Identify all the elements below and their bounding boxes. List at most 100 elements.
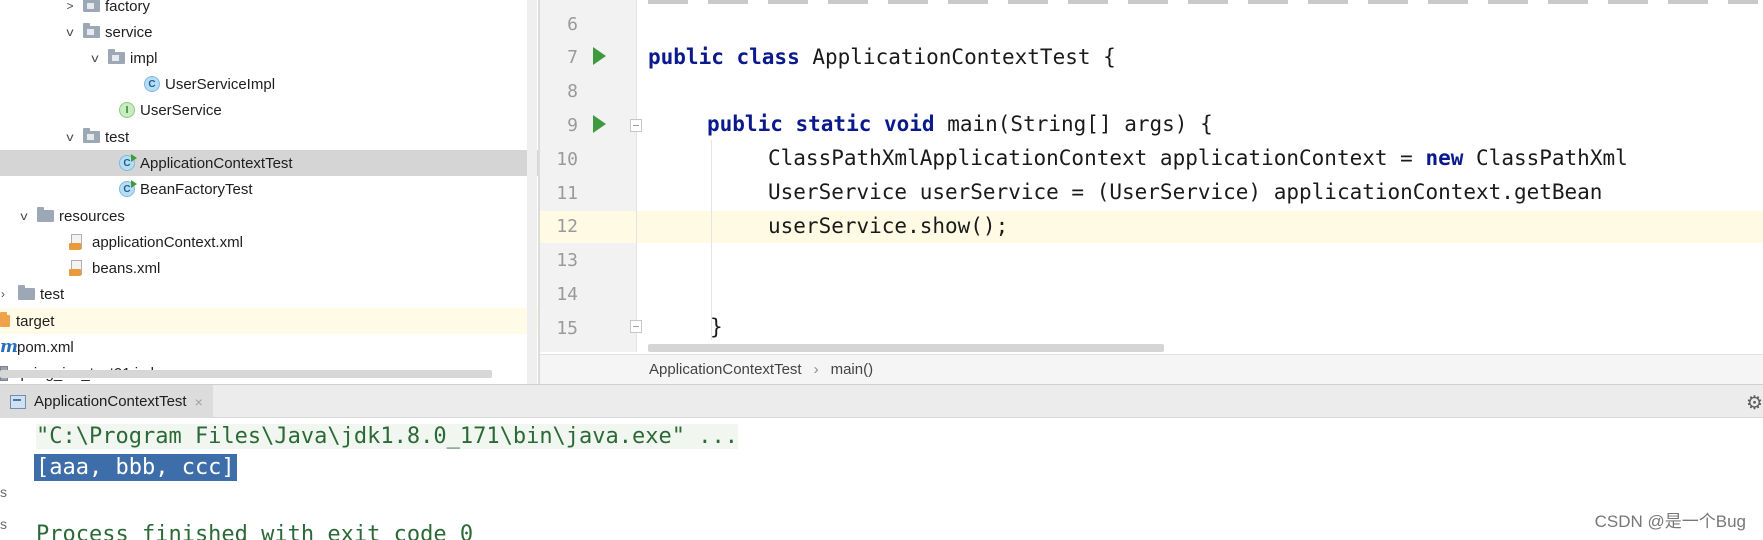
chevron-down-icon[interactable]: v	[16, 209, 33, 223]
close-icon[interactable]: ×	[195, 394, 203, 410]
tree-vertical-scrollbar[interactable]	[527, 0, 537, 384]
line-number: 14	[556, 284, 578, 305]
breadcrumb: ApplicationContextTest › main()	[540, 354, 1763, 384]
keyword: new	[1425, 146, 1464, 170]
fold-marker-icon[interactable]	[630, 320, 642, 333]
line-number: 10	[556, 149, 578, 170]
runnable-class-icon: C	[119, 154, 137, 171]
package-folder-icon	[108, 49, 125, 64]
tree-item-label: ApplicationContextTest	[140, 154, 293, 172]
code-text: }	[710, 315, 723, 339]
chevron-right-icon[interactable]: ›	[0, 287, 6, 301]
code-text: UserService userService = (UserService) …	[768, 180, 1603, 204]
line-number: 9	[567, 115, 578, 136]
tree-horizontal-scrollbar[interactable]	[0, 370, 492, 378]
tree-row-beans-xml[interactable]: beans.xml	[0, 255, 539, 281]
code-line-10[interactable]: ClassPathXmlApplicationContext applicati…	[768, 146, 1628, 170]
watermark: CSDN @是一个Bug	[1594, 512, 1746, 531]
breadcrumb-method[interactable]: main()	[831, 361, 874, 378]
maven-icon: m	[0, 337, 18, 357]
tree-row-resources[interactable]: v resources	[0, 203, 539, 229]
tree-item-label: UserService	[140, 101, 222, 119]
interface-icon: I	[119, 102, 135, 118]
console-gutter-mark: s	[0, 484, 7, 500]
tree-row-pom-xml[interactable]: m pom.xml	[0, 334, 539, 360]
code-text: userService.show();	[768, 214, 1009, 238]
tree-item-label: factory	[105, 0, 151, 15]
tree-item-label: test	[105, 128, 130, 146]
fold-marker-icon[interactable]	[630, 119, 642, 132]
tree-item-label: resources	[59, 207, 125, 225]
keyword: public class	[648, 45, 800, 69]
tree-row-impl[interactable]: v impl	[0, 45, 539, 71]
tree-row-test-folder[interactable]: › test	[0, 281, 539, 307]
indent-guide	[711, 140, 712, 340]
code-text: ClassPathXmlApplicationContext applicati…	[768, 146, 1426, 170]
tree-item-label: BeanFactoryTest	[140, 180, 253, 198]
console-command-line: "C:\Program Files\Java\jdk1.8.0_171\bin\…	[36, 424, 738, 449]
code-line-11[interactable]: UserService userService = (UserService) …	[768, 180, 1602, 204]
tree-row-target[interactable]: target	[0, 308, 539, 334]
console-icon	[10, 394, 26, 409]
chevron-down-icon[interactable]: v	[62, 25, 79, 39]
tree-row-userserviceimpl[interactable]: C UserServiceImpl	[0, 71, 539, 97]
run-method-icon[interactable]	[593, 115, 606, 133]
chevron-down-icon[interactable]: v	[62, 130, 79, 144]
gear-icon[interactable]: ⚙	[1746, 392, 1763, 415]
partial-code-line	[648, 0, 1758, 4]
editor-horizontal-scrollbar[interactable]	[648, 344, 1164, 352]
excluded-folder-icon	[0, 312, 10, 327]
tree-item-label: service	[105, 23, 153, 41]
code-line-7[interactable]: public class ApplicationContextTest {	[648, 45, 1116, 69]
resources-folder-icon	[37, 207, 54, 222]
code-editor[interactable]: 6 7 8 9 10 11 12 13 14 15 public class A…	[540, 0, 1763, 384]
code-text: ClassPathXml	[1463, 146, 1628, 170]
chevron-right-icon[interactable]: >	[63, 0, 77, 13]
class-icon: C	[144, 76, 160, 92]
tree-row-service[interactable]: v service	[0, 19, 539, 45]
console-output-selected[interactable]: [aaa, bbb, ccc]	[34, 454, 237, 481]
chevron-down-icon[interactable]: v	[87, 51, 104, 65]
line-number: 8	[567, 81, 578, 102]
package-folder-icon	[83, 0, 100, 12]
package-folder-icon	[83, 128, 100, 143]
xml-file-icon	[69, 234, 87, 250]
package-folder-icon	[83, 23, 100, 38]
tab-run-applicationcontexttest[interactable]: ApplicationContextTest ×	[0, 385, 213, 418]
breadcrumb-class[interactable]: ApplicationContextTest	[649, 361, 802, 378]
project-tree: > factory v service v impl C UserService…	[0, 0, 539, 384]
code-line-15[interactable]: }	[710, 315, 723, 339]
run-tab-label: ApplicationContextTest	[34, 393, 187, 410]
tree-row-applicationcontexttest[interactable]: C ApplicationContextTest	[0, 150, 539, 176]
breadcrumb-separator: ›	[813, 361, 819, 378]
gutter-separator	[636, 0, 637, 352]
tree-row-beanfactorytest[interactable]: C BeanFactoryTest	[0, 176, 539, 202]
tree-item-label: beans.xml	[92, 259, 161, 277]
tree-row-userservice[interactable]: I UserService	[0, 97, 539, 123]
code-line-9[interactable]: public static void main(String[] args) {	[707, 112, 1213, 136]
run-class-icon[interactable]	[593, 47, 606, 65]
run-console[interactable]: s s "C:\Program Files\Java\jdk1.8.0_171\…	[0, 418, 1763, 540]
line-number: 13	[556, 250, 578, 271]
tree-item-label: UserServiceImpl	[165, 75, 276, 93]
tree-item-label: test	[40, 285, 65, 303]
line-number: 11	[556, 183, 578, 204]
console-exit-message: Process finished with exit code 0	[36, 522, 474, 540]
tree-row-applicationcontext-xml[interactable]: applicationContext.xml	[0, 229, 539, 255]
folder-icon	[18, 285, 35, 300]
tree-row-test-package[interactable]: v test	[0, 124, 539, 150]
xml-file-icon	[69, 260, 87, 276]
code-line-12[interactable]: userService.show();	[768, 214, 1008, 238]
tree-item-label: applicationContext.xml	[92, 233, 243, 251]
line-number: 6	[567, 14, 578, 35]
tree-item-label: target	[16, 312, 55, 330]
keyword: public static void	[707, 112, 935, 136]
console-gutter-mark: s	[0, 516, 7, 532]
tree-item-label: impl	[130, 49, 158, 67]
tree-item-label: pom.xml	[17, 338, 74, 356]
line-number: 7	[567, 47, 578, 68]
run-panel-header: ApplicationContextTest × ⚙	[0, 384, 1763, 418]
line-number: 12	[556, 216, 578, 237]
tree-row-factory[interactable]: > factory	[0, 0, 539, 19]
runnable-class-icon: C	[119, 180, 137, 197]
